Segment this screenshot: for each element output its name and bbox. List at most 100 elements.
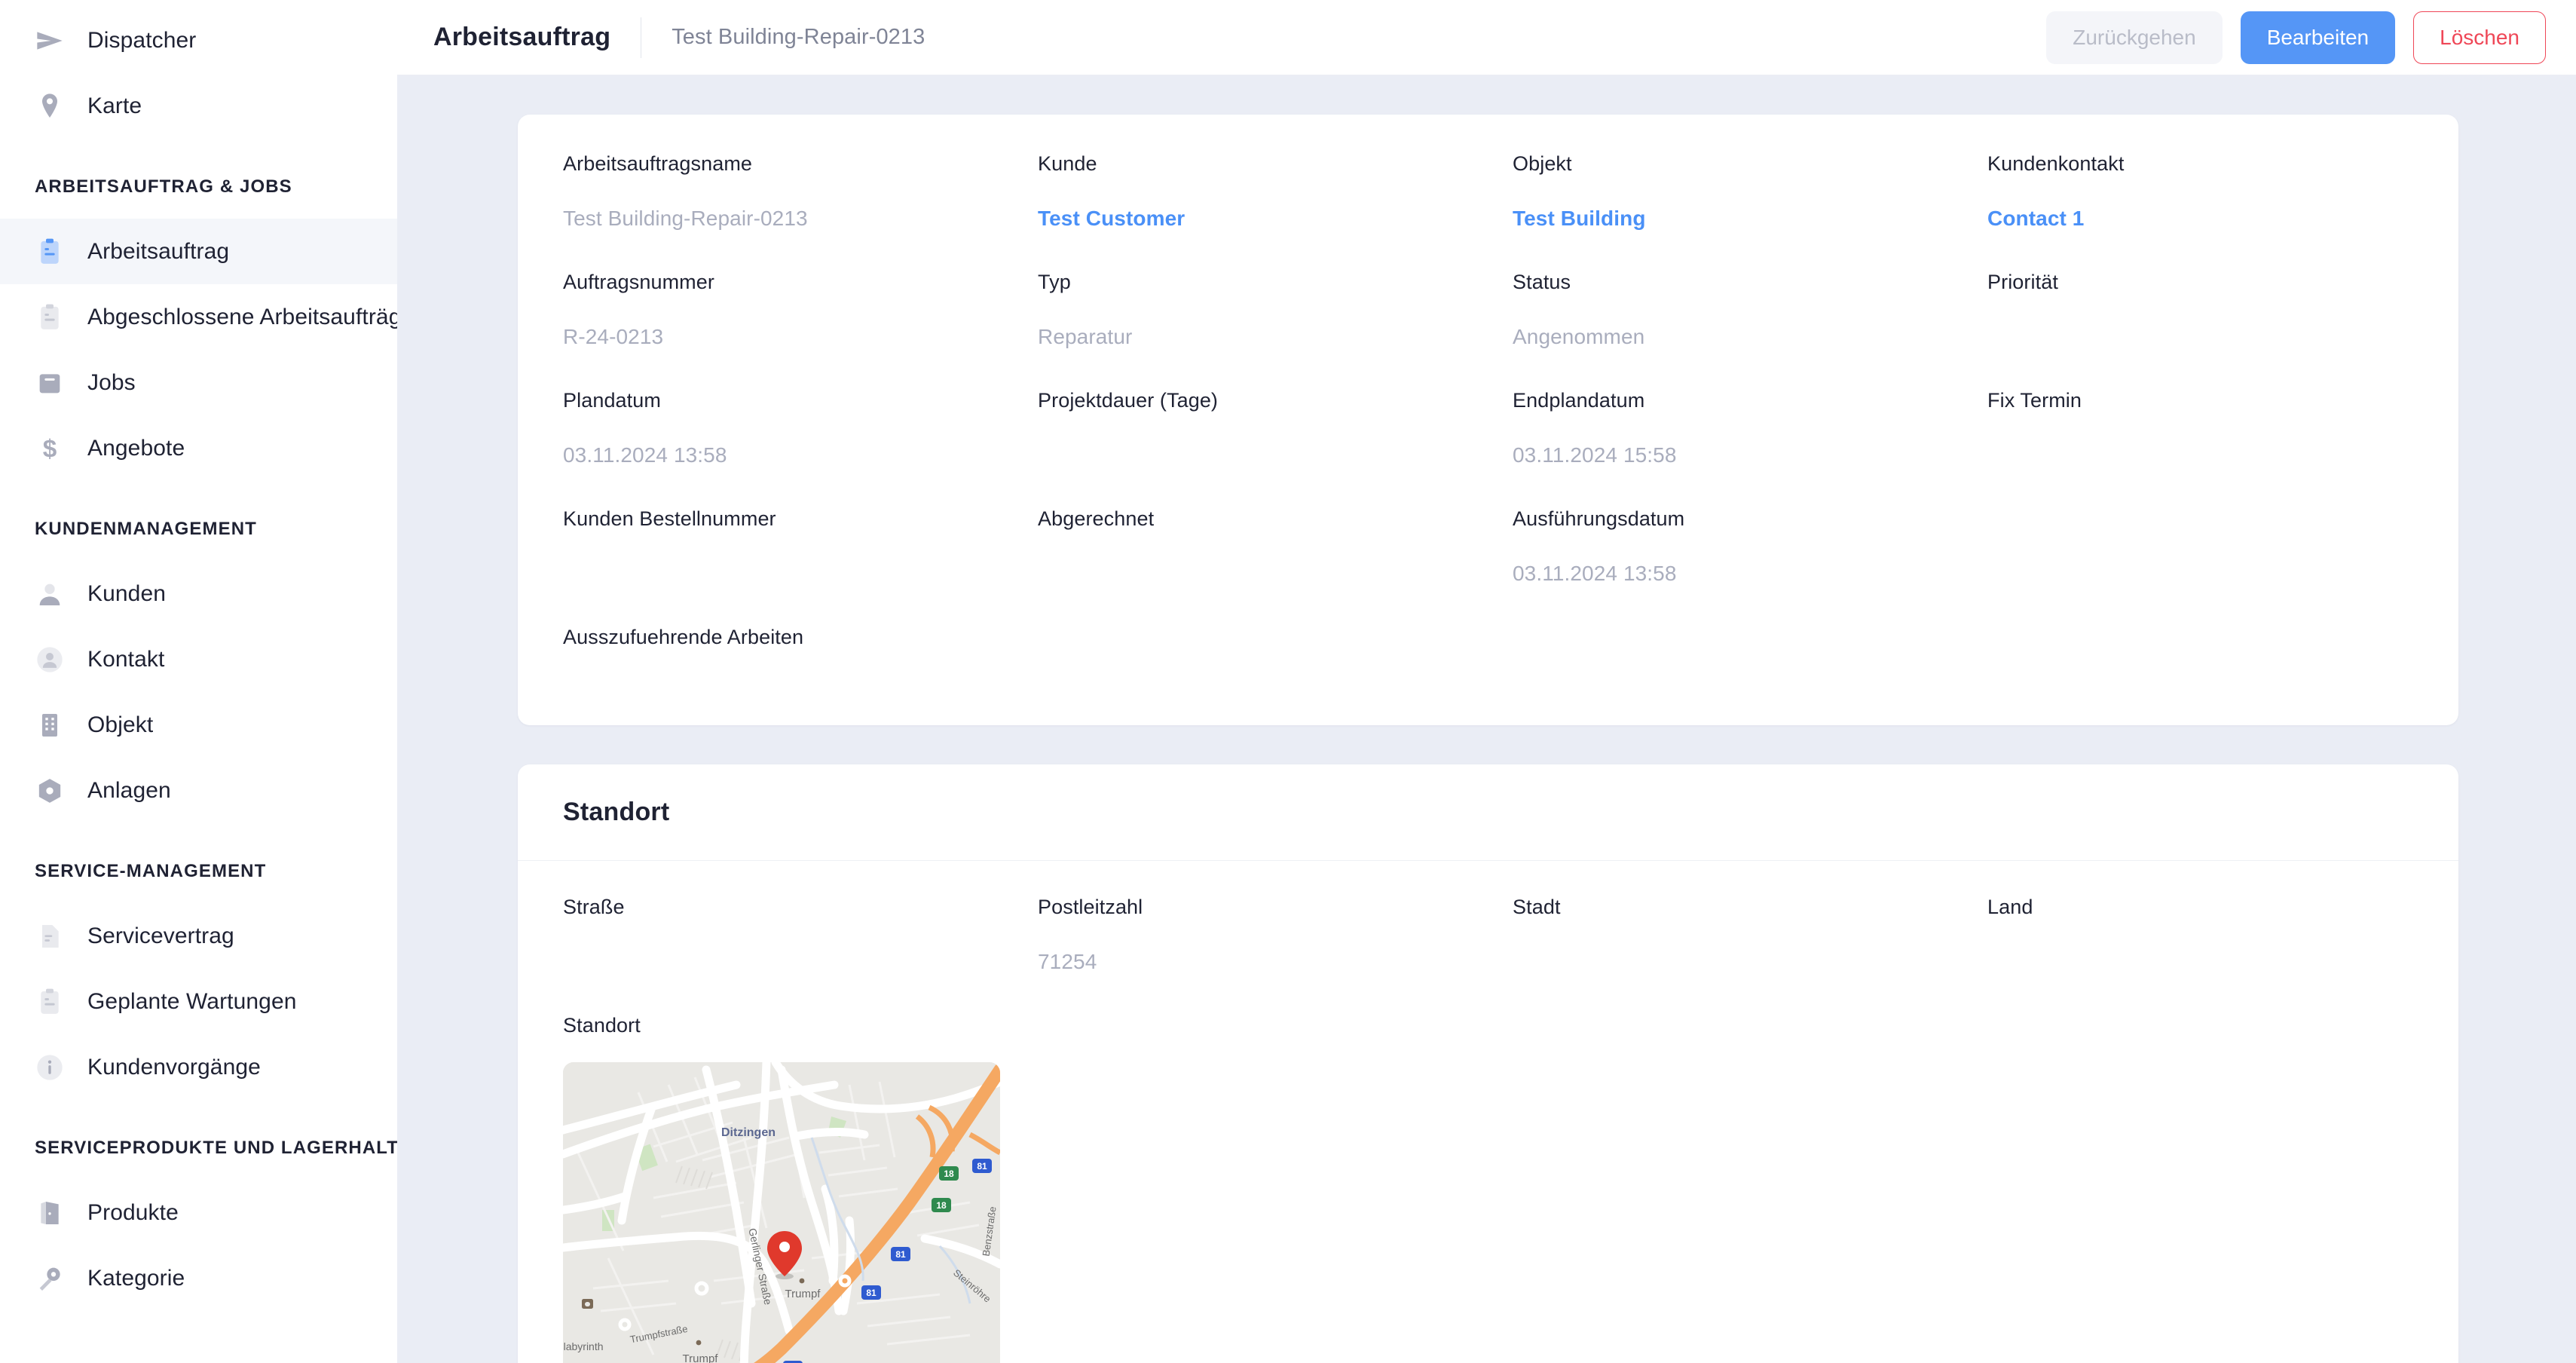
sidebar-item-kontakt[interactable]: Kontakt [0, 626, 397, 692]
sidebar-item-label: Dispatcher [87, 27, 197, 53]
sidebar-item-arbeitsauftrag[interactable]: Arbeitsauftrag [0, 219, 397, 284]
sidebar-item-abgeschlossene-arbeitsauftraege[interactable]: Abgeschlossene Arbeitsaufträge [0, 284, 397, 350]
main-area: Arbeitsauftrag Test Building-Repair-0213… [397, 0, 2576, 1363]
field-plandatum: Plandatum 03.11.2024 13:58 [563, 389, 1038, 507]
field-abgerechnet: Abgerechnet [1038, 507, 1513, 626]
info-icon [35, 1052, 65, 1083]
edit-button[interactable]: Bearbeiten [2240, 11, 2396, 64]
sidebar-item-geplante-wartungen[interactable]: Geplante Wartungen [0, 969, 397, 1034]
field-label: Abgerechnet [1038, 507, 1155, 530]
user-icon [35, 579, 65, 609]
standort-heading: Standort [563, 798, 670, 826]
field-label: Endplandatum [1513, 389, 1645, 412]
topbar-actions: Zurückgehen Bearbeiten Löschen [2046, 11, 2546, 64]
sidebar-item-anlagen[interactable]: Anlagen [0, 758, 397, 823]
sidebar-item-objekt[interactable]: Objekt [0, 692, 397, 758]
field-kunde: Kunde Test Customer [1038, 152, 1513, 271]
sidebar-item-servicevertrag[interactable]: Servicevertrag [0, 903, 397, 969]
sidebar-item-label: Karte [87, 93, 142, 118]
field-value-link[interactable]: Test Customer [1038, 207, 1513, 271]
sidebar-section-title: ARBEITSAUFTRAG & JOBS [35, 176, 292, 197]
location-map[interactable]: 81 18 18 81 81 Ditzingen Gerlinger Straß… [563, 1062, 1000, 1363]
field-label: Objekt [1513, 152, 1572, 175]
standort-grid: Straße Postleitzahl 71254 Stadt Land [563, 896, 2413, 1014]
sidebar-item-label: Abgeschlossene Arbeitsaufträge [87, 304, 397, 329]
field-label: Projektdauer (Tage) [1038, 389, 1219, 412]
field-label: Kundenkontakt [1987, 152, 2125, 175]
sidebar-item-dispatcher[interactable]: Dispatcher [0, 8, 397, 73]
field-label: Ausszufuehrende Arbeiten [563, 626, 804, 648]
back-button[interactable]: Zurückgehen [2046, 11, 2223, 64]
clipboard-icon [35, 237, 65, 267]
record-name: Test Building-Repair-0213 [672, 25, 925, 49]
sidebar: Dispatcher Karte ARBEITSAUFTRAG & JOBS A… [0, 0, 397, 1363]
sidebar-item-kategorie[interactable]: Kategorie [0, 1245, 397, 1311]
svg-text:18: 18 [936, 1200, 947, 1211]
field-value: Reparatur [1038, 325, 1133, 348]
svg-text:81: 81 [895, 1249, 906, 1260]
sidebar-item-angebote[interactable]: $ Angebote [0, 415, 397, 481]
sidebar-item-kunden[interactable]: Kunden [0, 561, 397, 626]
map-label-ditzingen: Ditzingen [721, 1126, 776, 1139]
map-label: Standort [563, 1014, 641, 1037]
sidebar-item-label: Arbeitsauftrag [87, 238, 230, 264]
field-prioritaet: Priorität [1987, 271, 2413, 389]
field-value [1987, 325, 2413, 389]
field-label: Fix Termin [1987, 389, 2082, 412]
field-label: Auftragsnummer [563, 271, 714, 293]
app-root: Dispatcher Karte ARBEITSAUFTRAG & JOBS A… [0, 0, 2576, 1363]
field-status: Status Angenommen [1513, 271, 1987, 389]
delete-button[interactable]: Löschen [2413, 11, 2546, 64]
field-label: Land [1987, 896, 2033, 918]
clipboard-icon [35, 987, 65, 1017]
field-projektdauer: Projektdauer (Tage) [1038, 389, 1513, 507]
sidebar-item-label: Kunden [87, 580, 167, 606]
field-land: Land [1987, 896, 2413, 1014]
field-label: Arbeitsauftragsname [563, 152, 753, 175]
content-scroll: Arbeitsauftragsname Test Building-Repair… [397, 75, 2576, 1363]
field-label: Straße [563, 896, 625, 918]
field-value: Test Building-Repair-0213 [563, 207, 808, 230]
field-value: 03.11.2024 13:58 [563, 443, 727, 467]
highway-shield: 81 [972, 1159, 992, 1173]
field-value [563, 562, 1038, 626]
sidebar-item-label: Kategorie [87, 1265, 185, 1291]
field-auftragsnummer: Auftragsnummer R-24-0213 [563, 271, 1038, 389]
field-value-link[interactable]: Contact 1 [1987, 207, 2413, 271]
user-circle-icon [35, 645, 65, 675]
sidebar-item-kundenvorgaenge[interactable]: Kundenvorgänge [0, 1034, 397, 1100]
field-ausszufuehrende-arbeiten: Ausszufuehrende Arbeiten [563, 626, 1038, 680]
sidebar-item-label: Geplante Wartungen [87, 988, 297, 1014]
field-value: 03.11.2024 13:58 [1513, 562, 1677, 585]
field-value [1987, 950, 2413, 1014]
field-label: Ausführungsdatum [1513, 507, 1685, 530]
field-typ: Typ Reparatur [1038, 271, 1513, 389]
field-value [563, 950, 1038, 1014]
building-icon [35, 710, 65, 740]
field-kunden-bestellnummer: Kunden Bestellnummer [563, 507, 1038, 626]
field-label: Typ [1038, 271, 1071, 293]
field-label: Postleitzahl [1038, 896, 1143, 918]
field-value [1038, 443, 1513, 507]
field-label: Kunden Bestellnummer [563, 507, 776, 530]
dollar-icon: $ [35, 433, 65, 464]
field-value-link[interactable]: Test Building [1513, 207, 1987, 271]
map-pin-icon [35, 91, 65, 121]
sidebar-item-jobs[interactable]: Jobs [0, 350, 397, 415]
field-label: Kunde [1038, 152, 1097, 175]
field-stadt: Stadt [1513, 896, 1987, 1014]
svg-text:$: $ [43, 435, 57, 463]
sidebar-item-produkte[interactable]: Produkte [0, 1180, 397, 1245]
sidebar-item-label: Anlagen [87, 777, 171, 803]
field-label: Stadt [1513, 896, 1561, 918]
svg-text:18: 18 [944, 1169, 954, 1179]
sidebar-item-label: Servicevertrag [87, 923, 234, 948]
map-label-trumpf: Trumpf [785, 1288, 821, 1300]
sidebar-item-karte[interactable]: Karte [0, 73, 397, 139]
field-value: R-24-0213 [563, 325, 664, 348]
field-postleitzahl: Postleitzahl 71254 [1038, 896, 1513, 1014]
field-label: Plandatum [563, 389, 661, 412]
field-kundenkontakt: Kundenkontakt Contact 1 [1987, 152, 2413, 271]
field-label [1987, 507, 2413, 562]
field-endplandatum: Endplandatum 03.11.2024 15:58 [1513, 389, 1987, 507]
